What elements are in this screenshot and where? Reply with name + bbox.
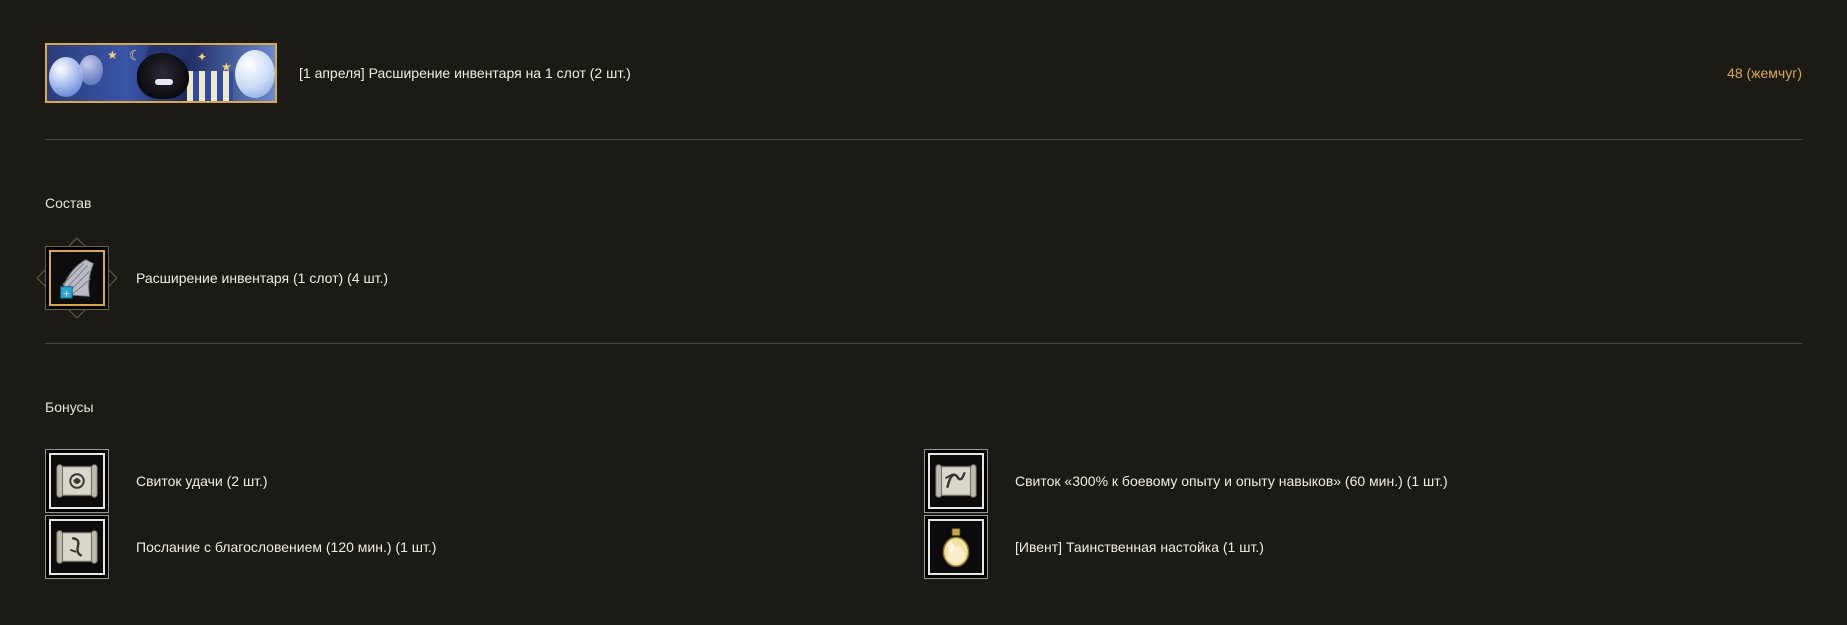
scroll-icon[interactable] xyxy=(45,449,109,513)
scroll-icon[interactable] xyxy=(45,515,109,579)
event-banner-image: ☾ ★ ✦ ★ xyxy=(45,43,277,103)
composition-heading: Состав xyxy=(45,195,92,211)
bonus-item[interactable]: [Ивент] Таинственная настойка (1 шт.) xyxy=(924,515,1624,579)
scroll-icon[interactable] xyxy=(924,449,988,513)
bonuses-heading: Бонусы xyxy=(45,399,94,415)
divider xyxy=(45,343,1802,344)
bonus-item-label: Свиток «300% к боевому опыту и опыту нав… xyxy=(1015,473,1448,489)
composition-item-label: Расширение инвентаря (1 слот) (4 шт.) xyxy=(136,270,389,286)
bonus-item-label: [Ивент] Таинственная настойка (1 шт.) xyxy=(1015,539,1264,555)
bonus-item[interactable]: Послание с благословением (120 мин.) (1 … xyxy=(45,515,745,579)
composition-item[interactable]: + Расширение инвентаря (1 слот) (4 шт.) xyxy=(37,238,645,318)
svg-text:+: + xyxy=(63,289,70,299)
divider xyxy=(45,139,1802,140)
bonus-item-label: Послание с благословением (120 мин.) (1 … xyxy=(136,539,437,555)
bonus-item[interactable]: Свиток «300% к боевому опыту и опыту нав… xyxy=(924,449,1624,513)
inventory-bag-icon[interactable]: + xyxy=(45,246,109,310)
package-details-page: ☾ ★ ✦ ★ [1 апреля] Расширение инвентаря … xyxy=(0,0,1847,625)
product-price: 48 (жемчуг) xyxy=(1727,65,1802,81)
bonus-item-label: Свиток удачи (2 шт.) xyxy=(136,473,268,489)
bonus-item[interactable]: Свиток удачи (2 шт.) xyxy=(45,449,745,513)
potion-icon[interactable] xyxy=(924,515,988,579)
package-header: ☾ ★ ✦ ★ [1 апреля] Расширение инвентаря … xyxy=(45,43,1802,106)
product-title: [1 апреля] Расширение инвентаря на 1 сло… xyxy=(299,65,631,81)
